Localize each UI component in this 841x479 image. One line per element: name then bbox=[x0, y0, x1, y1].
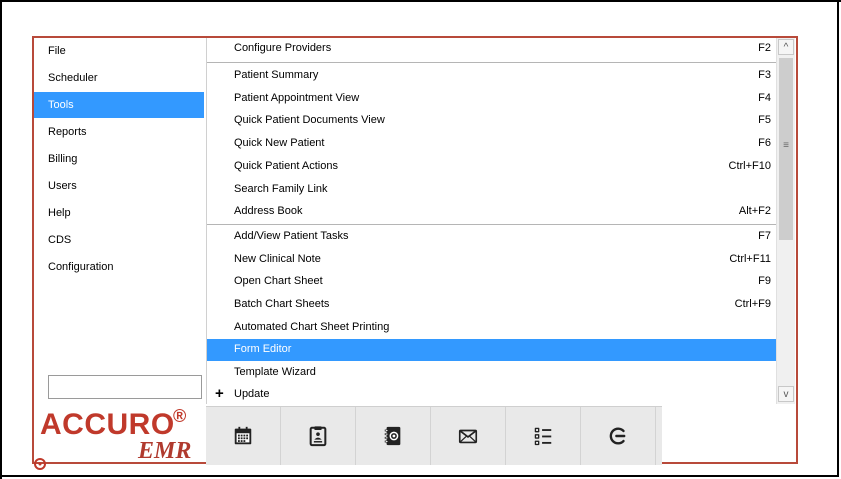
menu-item-label: Quick New Patient bbox=[234, 137, 325, 149]
menu-item-label: Quick Patient Documents View bbox=[234, 114, 385, 126]
tools-submenu: Configure Providers F2 Patient Summary F… bbox=[206, 38, 777, 404]
menu-item-add-view-patient-tasks[interactable]: Add/View Patient Tasks F7 bbox=[207, 226, 777, 248]
clipboard-icon bbox=[309, 426, 327, 447]
menu-item-shortcut: F2 bbox=[758, 42, 771, 54]
logout-button[interactable] bbox=[581, 407, 656, 465]
menu-item-shortcut: F9 bbox=[758, 275, 771, 287]
menu-item-automated-chart-sheet-printing[interactable]: Automated Chart Sheet Printing bbox=[207, 317, 777, 339]
menu-item-quick-patient-documents-view[interactable]: Quick Patient Documents View F5 bbox=[207, 110, 777, 132]
menu-scrollbar[interactable]: ^ ≡ v bbox=[776, 38, 795, 404]
category-billing[interactable]: Billing bbox=[34, 146, 204, 172]
scrollbar-thumb[interactable]: ≡ bbox=[779, 58, 793, 240]
category-reports[interactable]: Reports bbox=[34, 119, 204, 145]
logo-registered-mark: ® bbox=[173, 406, 187, 426]
menu-item-shortcut: F7 bbox=[758, 230, 771, 242]
start-menu-panel: File Scheduler Tools Reports Billing Use… bbox=[32, 36, 798, 465]
menu-item-label: New Clinical Note bbox=[234, 253, 321, 265]
menu-item-patient-appointment-view[interactable]: Patient Appointment View F4 bbox=[207, 88, 777, 110]
logo-brand-text: ACCURO bbox=[40, 408, 175, 441]
menu-item-label: Update bbox=[234, 388, 270, 400]
menu-item-label: Form Editor bbox=[234, 343, 292, 355]
menu-item-label: Patient Summary bbox=[234, 69, 319, 81]
logout-icon bbox=[609, 427, 626, 445]
menu-item-label: Automated Chart Sheet Printing bbox=[234, 321, 390, 333]
expand-plus-icon[interactable]: + bbox=[215, 385, 224, 402]
patient-summary-button[interactable] bbox=[281, 407, 356, 465]
menu-item-label: Configure Providers bbox=[234, 42, 332, 54]
menu-category-list: File Scheduler Tools Reports Billing Use… bbox=[34, 38, 206, 464]
category-users[interactable]: Users bbox=[34, 173, 204, 199]
menu-item-label: Batch Chart Sheets bbox=[234, 298, 330, 310]
menu-item-form-editor[interactable]: Form Editor bbox=[207, 339, 777, 361]
menu-separator bbox=[207, 224, 777, 225]
grip-icon: ≡ bbox=[783, 140, 789, 151]
menu-item-quick-new-patient[interactable]: Quick New Patient F6 bbox=[207, 133, 777, 155]
menu-item-shortcut: Alt+F2 bbox=[738, 205, 771, 217]
menu-item-patient-summary[interactable]: Patient Summary F3 bbox=[207, 65, 777, 87]
address-book-button[interactable] bbox=[356, 407, 431, 465]
messages-button[interactable] bbox=[431, 407, 506, 465]
menu-search-input[interactable] bbox=[48, 375, 202, 399]
menu-item-label: Quick Patient Actions bbox=[234, 160, 338, 172]
logo-product-text: EMR bbox=[138, 438, 192, 464]
menu-item-label: Patient Appointment View bbox=[234, 92, 360, 104]
tasks-button[interactable] bbox=[506, 407, 581, 465]
menu-item-search-family-link[interactable]: Search Family Link bbox=[207, 179, 777, 201]
menu-item-update[interactable]: + Update bbox=[207, 384, 777, 406]
category-scheduler[interactable]: Scheduler bbox=[34, 65, 204, 91]
scroll-up-icon[interactable]: ^ bbox=[778, 39, 794, 55]
menu-item-new-clinical-note[interactable]: New Clinical Note Ctrl+F11 bbox=[207, 249, 777, 271]
menu-item-label: Address Book bbox=[234, 205, 303, 217]
menu-item-shortcut: Ctrl+F11 bbox=[729, 253, 771, 265]
menu-item-shortcut: F5 bbox=[758, 114, 771, 126]
category-tools[interactable]: Tools bbox=[34, 92, 204, 118]
menu-item-open-chart-sheet[interactable]: Open Chart Sheet F9 bbox=[207, 271, 777, 293]
menu-item-configure-providers[interactable]: Configure Providers F2 bbox=[207, 38, 777, 60]
menu-item-label: Template Wizard bbox=[234, 366, 316, 378]
quick-launch-toolbar bbox=[206, 406, 662, 465]
menu-item-shortcut: F6 bbox=[758, 137, 771, 149]
resize-handle-icon[interactable] bbox=[32, 456, 48, 472]
menu-item-label: Search Family Link bbox=[234, 183, 328, 195]
menu-item-shortcut: Ctrl+F10 bbox=[728, 160, 772, 172]
scroll-down-icon[interactable]: v bbox=[778, 386, 794, 402]
category-file[interactable]: File bbox=[34, 38, 204, 64]
menu-item-shortcut: Ctrl+F9 bbox=[734, 298, 771, 310]
category-help[interactable]: Help bbox=[34, 200, 204, 226]
calendar-icon bbox=[234, 426, 252, 445]
address-book-icon bbox=[384, 426, 401, 446]
menu-item-shortcut: F3 bbox=[758, 69, 771, 81]
menu-item-quick-patient-actions[interactable]: Quick Patient Actions Ctrl+F10 bbox=[207, 156, 777, 178]
menu-item-label: Open Chart Sheet bbox=[234, 275, 323, 287]
category-cds[interactable]: CDS bbox=[34, 227, 204, 253]
envelope-icon bbox=[458, 429, 478, 444]
category-configuration[interactable]: Configuration bbox=[34, 254, 204, 280]
menu-item-batch-chart-sheets[interactable]: Batch Chart Sheets Ctrl+F9 bbox=[207, 294, 777, 316]
scheduler-button[interactable] bbox=[206, 407, 281, 465]
menu-item-label: Add/View Patient Tasks bbox=[234, 230, 349, 242]
accuro-emr-logo: ACCURO ® EMR bbox=[37, 402, 205, 464]
menu-item-shortcut: F4 bbox=[758, 92, 771, 104]
menu-separator bbox=[207, 62, 777, 63]
menu-item-address-book[interactable]: Address Book Alt+F2 bbox=[207, 201, 777, 223]
menu-item-template-wizard[interactable]: Template Wizard bbox=[207, 362, 777, 384]
task-list-icon bbox=[534, 427, 552, 446]
